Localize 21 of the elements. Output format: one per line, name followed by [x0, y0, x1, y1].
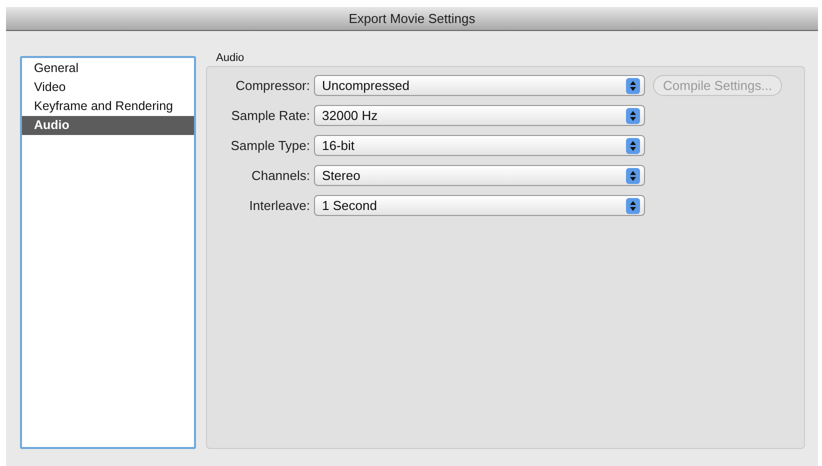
popup-menu[interactable]: 32000 Hz — [314, 105, 645, 126]
updown-arrows-icon — [626, 78, 640, 94]
popup-menu[interactable]: 16-bit — [314, 135, 645, 156]
popup-menu[interactable]: Stereo — [314, 165, 645, 186]
group-title: Audio — [216, 52, 246, 64]
field-label: Interleave: — [248, 198, 311, 213]
updown-arrows-icon — [626, 198, 640, 214]
category-item[interactable]: Video — [22, 78, 194, 97]
popup-menu[interactable]: 1 Second — [314, 195, 645, 216]
category-item[interactable]: General — [22, 59, 194, 78]
updown-arrows-icon — [626, 108, 640, 124]
field-label: Compressor: — [234, 78, 311, 93]
updown-arrows-icon — [626, 138, 640, 154]
popup-menu[interactable]: Uncompressed — [314, 75, 645, 96]
updown-arrows-icon — [626, 168, 640, 184]
window-title: Export Movie Settings — [348, 11, 476, 26]
category-item[interactable]: Audio — [22, 116, 194, 135]
field-label: Sample Rate: — [230, 108, 311, 123]
field-label: Sample Type: — [230, 138, 311, 153]
field-label: Channels: — [250, 168, 311, 183]
category-item[interactable]: Keyframe and Rendering — [22, 97, 194, 116]
